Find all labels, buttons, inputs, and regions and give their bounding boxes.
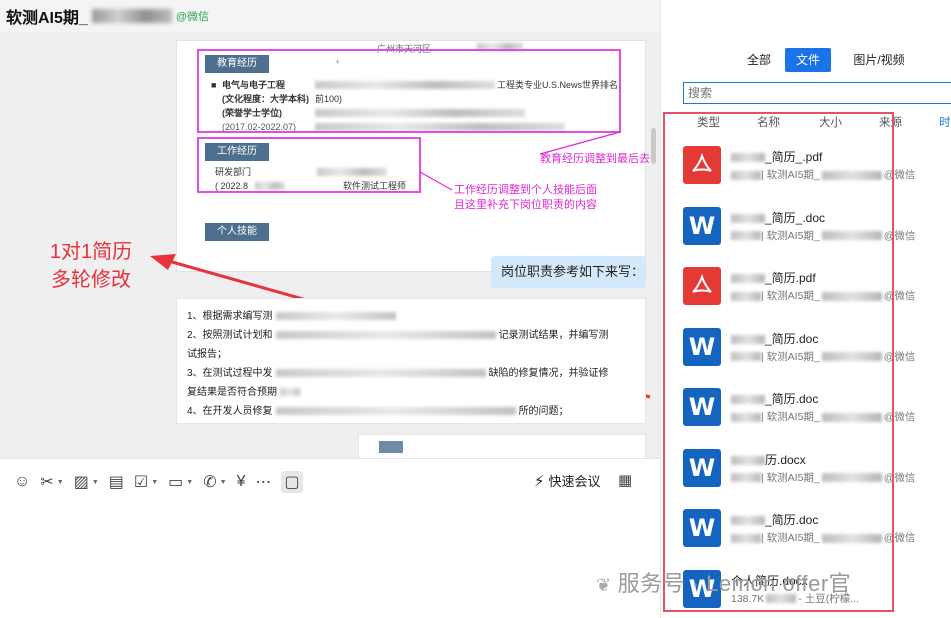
- wechat-icon: ❦: [596, 575, 612, 595]
- input-toolbar: ☺ ✂ ▼ ▨ ▼ ▤ ☑ ▼ ▭ ▼ ✆ ▼ ¥ ⋯ ▢: [14, 471, 313, 493]
- watermark: ❦ 服务号 · Lemon offer官: [596, 571, 852, 596]
- column-time[interactable]: 时: [939, 114, 951, 130]
- window-title-bar: 软测AI5期_ @微信: [0, 0, 660, 32]
- file-list-highlight-box: [663, 112, 894, 612]
- tab-all[interactable]: 全部: [739, 48, 779, 72]
- calendar-check-icon[interactable]: ☑ ▼: [134, 472, 158, 492]
- note-connector-2: [539, 131, 621, 155]
- message-input-area[interactable]: ☺ ✂ ▼ ▨ ▼ ▤ ☑ ▼ ▭ ▼ ✆ ▼ ¥ ⋯ ▢ ⚡ 快速会议 ▦: [0, 458, 660, 618]
- emoji-icon[interactable]: ☺: [14, 473, 30, 491]
- chat-source: @微信: [175, 11, 209, 23]
- file-panel: 全部 文件 图片/视频 类型 名称 大小 来源 时 _简历_.pdf| 软测AI…: [660, 0, 951, 618]
- transfer-icon[interactable]: ¥: [237, 473, 246, 491]
- chat-bubble-sent[interactable]: 岗位职责参考如下来写：: [491, 256, 646, 288]
- quick-meeting-button[interactable]: ⚡ 快速会议: [534, 471, 601, 490]
- annotation-label: 1对1简历 多轮修改: [49, 241, 133, 291]
- file-search-input[interactable]: [683, 82, 951, 104]
- duty-line-4: 3、在测试过程中发 缺陷的修复情况，并验证修: [187, 368, 609, 379]
- document-icon[interactable]: ▤: [109, 472, 124, 492]
- chat-history[interactable]: 广州市天河区 教育经历 + 电气与电子工程 ■ (文化程度：大学本科) (荣誉学…: [0, 32, 660, 458]
- duties-image-message[interactable]: 1、根据需求编写测 2、按照测试计划和 记录测试结果，并编写测 试报告； 3、在测…: [176, 298, 646, 424]
- chat-scrollbar[interactable]: [651, 128, 656, 164]
- image-icon[interactable]: ▨ ▼: [74, 472, 99, 492]
- chat-record-icon[interactable]: ▢: [281, 471, 303, 493]
- lightning-icon: ⚡: [534, 472, 545, 490]
- chat-title: 软测AI5期_: [6, 10, 88, 27]
- file-tabs: 全部 文件 图片/视频: [661, 48, 951, 72]
- blurred-name: [91, 9, 172, 23]
- folder-icon[interactable]: ▭ ▼: [168, 472, 193, 492]
- duty-line-1: 1、根据需求编写测: [187, 307, 635, 326]
- duty-line-5: 复结果是否符合预期: [187, 383, 635, 402]
- duty-line-2: 2、按照测试计划和 记录测试结果，并编写测: [187, 330, 609, 341]
- phone-icon[interactable]: ✆ ▼: [203, 472, 226, 492]
- resume-image-message-2[interactable]: [358, 434, 646, 458]
- more-icon[interactable]: ⋯: [255, 472, 271, 492]
- scissors-icon[interactable]: ✂ ▼: [40, 472, 63, 492]
- tab-files[interactable]: 文件: [785, 48, 831, 72]
- notes-icon[interactable]: ▦: [618, 471, 632, 489]
- duty-line-3: 试报告；: [187, 349, 227, 360]
- tab-media[interactable]: 图片/视频: [843, 48, 915, 72]
- note-connector: [419, 171, 453, 191]
- duty-line-6: 4、在开发人员修复 所的问题；: [187, 406, 569, 417]
